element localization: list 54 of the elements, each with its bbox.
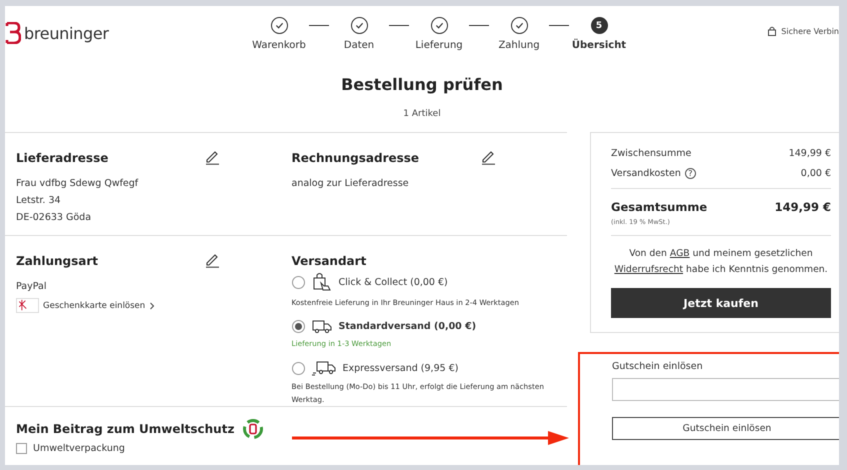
logo-icon [5,22,21,44]
shipping-option-label: Standardversand (0,00 €) [338,320,476,332]
radio-button[interactable] [292,276,304,288]
radio-button[interactable] [292,362,304,374]
step-label[interactable]: Daten [344,40,374,51]
terms-link[interactable]: Widerrufsrecht [614,264,684,275]
step-label[interactable]: Warenkorb [252,40,306,51]
shipping-option-label: Click & Collect (0,00 €) [338,276,448,288]
gift-card-link[interactable]: Geschenkkarte einlösen [43,300,146,310]
terms-text: Von den AGB und meinem gesetzlichen Widerrufsrecht habe ich Kenntnis genommen. [613,247,829,277]
summary-label: Versandkosten [611,168,681,179]
coupon-label: Gutschein einlösen [612,361,704,372]
total-label: Gesamtsumme [611,200,708,214]
lock-icon [768,26,776,36]
checkbox[interactable] [16,443,27,454]
step-label[interactable]: Zahlung [498,40,540,51]
payment-method: PayPal [16,280,48,294]
buy-button[interactable]: Jetzt kaufen [611,288,831,318]
section-title: Zahlungsart [16,254,98,268]
edit-icon[interactable] [204,252,220,268]
section-title: Versandart [292,254,366,268]
section-title: Rechnungsadresse [292,151,420,165]
address-line: Frau vdfbg Sdewg Qwfegf [16,177,140,191]
checkbox-label: Umweltverpackung [33,443,125,454]
truck-icon [312,360,336,376]
total-value: 149,99 € [774,200,831,214]
section-title: Lieferadresse [16,151,108,165]
address-line: analog zur Lieferadresse [292,177,410,191]
truck-icon [312,319,332,333]
step-number: 5 [590,17,608,34]
radio-button[interactable] [292,320,304,332]
brand-name[interactable]: breuninger [24,24,109,42]
summary-value: 149,99 € [788,148,831,159]
coupon-field[interactable] [612,378,839,401]
secure-connection-text: Sichere Verbin [781,26,839,36]
shopping-bag-icon [312,272,332,292]
chevron-right-icon[interactable] [149,302,156,310]
summary-value: 0,00 € [800,168,831,179]
edit-icon[interactable] [204,149,220,165]
item-count: 1 Artikel [402,109,442,119]
address-line: DE-02633 Göda [16,211,92,225]
coupon-button[interactable]: Gutschein einlösen [612,417,839,440]
gift-card-icon [16,298,39,313]
edit-icon[interactable] [480,149,496,165]
terms-link[interactable]: AGB [670,248,690,259]
step-label[interactable]: Lieferung [415,40,463,51]
address-line: Letstr. 34 [16,194,62,208]
shipping-option-label: Expressversand (9,95 €) [342,362,458,374]
page-title: Bestellung prüfen [340,75,504,94]
section-title: Mein Beitrag zum Umweltschutz [16,422,234,436]
step-label[interactable]: Übersicht [572,40,626,51]
recycle-icon [242,418,264,440]
info-icon[interactable]: ? [684,168,696,179]
summary-label: Zwischensumme [611,148,692,159]
